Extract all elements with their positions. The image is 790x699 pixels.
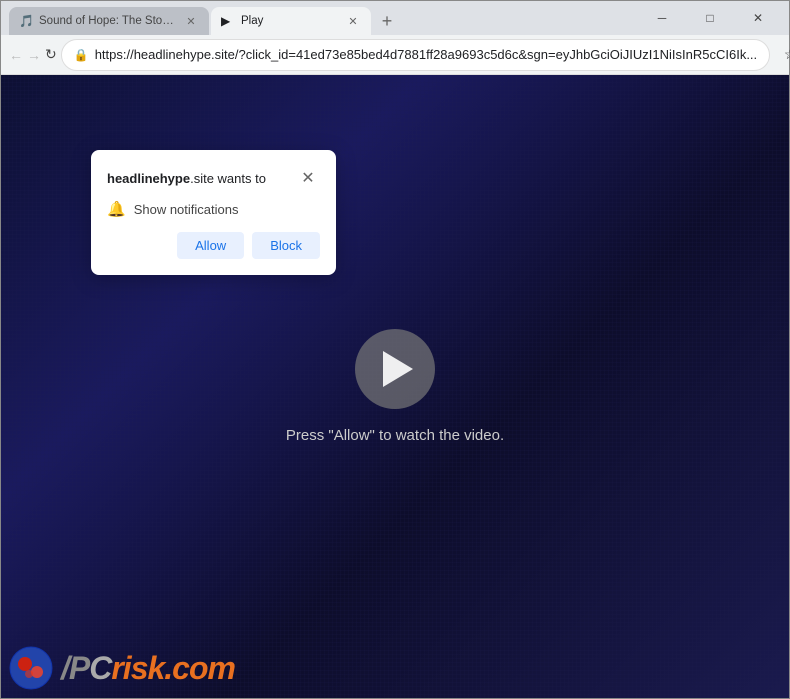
tab-strip: 🎵 Sound of Hope: The Story of P... ✕ ▶ P… bbox=[9, 1, 635, 35]
tab2-close-icon[interactable]: ✕ bbox=[345, 13, 361, 29]
play-area: Press "Allow" to watch the video. bbox=[286, 329, 504, 444]
play-button[interactable] bbox=[355, 329, 435, 409]
play-icon bbox=[383, 351, 413, 387]
play-instruction-text: Press "Allow" to watch the video. bbox=[286, 427, 504, 444]
watermark-text: /PCrisk.com bbox=[61, 650, 235, 687]
page-content: headlinehype.site wants to ✕ 🔔 Show noti… bbox=[1, 75, 789, 698]
popup-title: headlinehype.site wants to bbox=[107, 171, 266, 186]
popup-wants-to: wants to bbox=[214, 171, 266, 186]
tab1-close-icon[interactable]: ✕ bbox=[183, 13, 199, 29]
tab1-favicon: 🎵 bbox=[19, 14, 33, 28]
close-button[interactable]: ✕ bbox=[735, 1, 781, 35]
allow-button[interactable]: Allow bbox=[177, 232, 244, 259]
popup-permission-row: 🔔 Show notifications bbox=[107, 200, 320, 218]
back-button[interactable]: ← bbox=[9, 39, 23, 71]
block-button[interactable]: Block bbox=[252, 232, 320, 259]
bell-icon: 🔔 bbox=[107, 200, 126, 218]
toolbar: ← → ↻ 🔒 https://headlinehype.site/?click… bbox=[1, 35, 789, 75]
browser-window: 🎵 Sound of Hope: The Story of P... ✕ ▶ P… bbox=[0, 0, 790, 699]
minimize-button[interactable]: ─ bbox=[639, 1, 685, 35]
maximize-button[interactable]: □ bbox=[687, 1, 733, 35]
popup-header: headlinehype.site wants to ✕ bbox=[107, 166, 320, 190]
window-controls: ─ □ ✕ bbox=[639, 1, 781, 35]
watermark-risk: risk.com bbox=[111, 650, 235, 686]
tab1-title: Sound of Hope: The Story of P... bbox=[39, 15, 177, 27]
popup-actions: Allow Block bbox=[107, 232, 320, 259]
address-text: https://headlinehype.site/?click_id=41ed… bbox=[95, 47, 757, 62]
tab-sound-of-hope[interactable]: 🎵 Sound of Hope: The Story of P... ✕ bbox=[9, 7, 209, 35]
tab2-favicon: ▶ bbox=[221, 14, 235, 28]
title-bar: 🎵 Sound of Hope: The Story of P... ✕ ▶ P… bbox=[1, 1, 789, 35]
watermark: /PCrisk.com bbox=[9, 646, 235, 690]
tab-play[interactable]: ▶ Play ✕ bbox=[211, 7, 371, 35]
popup-domain-ext: .site bbox=[190, 171, 214, 186]
pcrisk-logo bbox=[9, 646, 53, 690]
refresh-button[interactable]: ↻ bbox=[45, 39, 57, 71]
tab2-title: Play bbox=[241, 15, 339, 27]
bookmark-button[interactable]: ☆ bbox=[774, 39, 790, 71]
notification-popup: headlinehype.site wants to ✕ 🔔 Show noti… bbox=[91, 150, 336, 275]
forward-button[interactable]: → bbox=[27, 39, 41, 71]
address-bar[interactable]: 🔒 https://headlinehype.site/?click_id=41… bbox=[61, 39, 770, 71]
popup-permission-text: Show notifications bbox=[134, 202, 239, 217]
popup-domain-bold: headlinehype bbox=[107, 171, 190, 186]
lock-icon: 🔒 bbox=[74, 48, 89, 62]
toolbar-actions: ☆ ⬇ 👤 ⋮ bbox=[774, 39, 790, 71]
popup-close-button[interactable]: ✕ bbox=[296, 166, 320, 190]
new-tab-button[interactable]: + bbox=[373, 7, 401, 35]
